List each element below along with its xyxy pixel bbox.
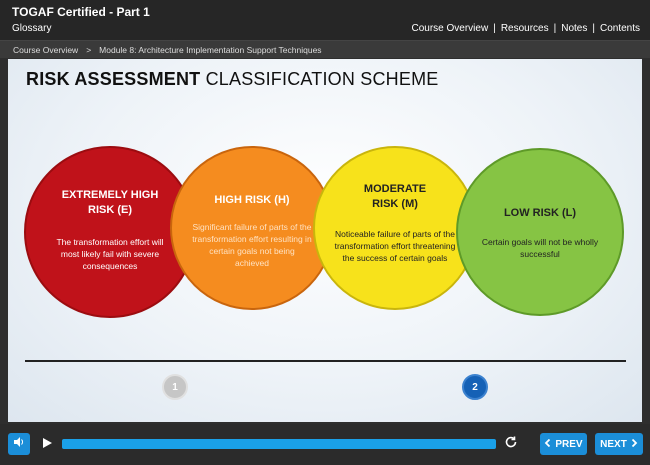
page-marker-1[interactable]: 1 xyxy=(162,374,188,400)
risk-title: LOW RISK (L) xyxy=(503,207,577,219)
nav-contents[interactable]: Contents xyxy=(600,23,640,34)
player-controls: PREV NEXT xyxy=(0,424,650,465)
risk-circle-low: LOW RISK (L) Certain goals will not be w… xyxy=(456,148,624,316)
chevron-left-icon xyxy=(544,438,551,450)
risk-description: The transformation effort will most like… xyxy=(56,237,164,271)
volume-button[interactable] xyxy=(8,433,30,455)
risk-title: HIGH RISK (H) xyxy=(214,194,290,206)
slide-title-rest: CLASSIFICATION SCHEME xyxy=(200,69,439,89)
prev-button[interactable]: PREV xyxy=(540,433,587,455)
breadcrumb-separator: > xyxy=(86,44,92,55)
replay-button[interactable] xyxy=(502,435,520,453)
page-marker-2[interactable]: 2 xyxy=(462,374,488,400)
top-nav: Course Overview | Resources | Notes | Co… xyxy=(412,23,641,34)
chevron-right-icon xyxy=(631,438,638,450)
prev-label: PREV xyxy=(555,438,583,450)
next-button[interactable]: NEXT xyxy=(595,433,643,455)
play-icon xyxy=(42,435,52,453)
slide-content: RISK ASSESSMENT CLASSIFICATION SCHEME EX… xyxy=(8,59,642,422)
nav-notes[interactable]: Notes xyxy=(561,23,587,34)
risk-description: Noticeable failure of parts of the trans… xyxy=(334,229,456,263)
risk-circle-high: HIGH RISK (H) Significant failure of par… xyxy=(170,146,334,310)
breadcrumb-course-overview[interactable]: Course Overview xyxy=(13,45,78,55)
risk-title: EXTREMELY HIGH RISK (E) xyxy=(61,189,159,216)
slide-title: RISK ASSESSMENT CLASSIFICATION SCHEME xyxy=(26,69,438,90)
nav-separator: | xyxy=(592,23,595,34)
nav-separator: | xyxy=(553,23,557,34)
nav-resources[interactable]: Resources xyxy=(501,23,549,34)
slide-title-bold: RISK ASSESSMENT xyxy=(26,69,201,89)
course-title: TOGAF Certified - Part 1 xyxy=(12,5,150,19)
divider-line xyxy=(25,360,626,362)
nav-course-overview[interactable]: Course Overview xyxy=(412,23,489,34)
speaker-icon xyxy=(13,435,25,453)
top-bar: TOGAF Certified - Part 1 Glossary Course… xyxy=(0,0,650,40)
play-button[interactable] xyxy=(40,437,54,451)
replay-icon xyxy=(504,435,518,454)
risk-description: Significant failure of parts of the tran… xyxy=(192,222,312,268)
breadcrumb: Course Overview > Module 8: Architecture… xyxy=(0,40,650,58)
glossary-link[interactable]: Glossary xyxy=(12,23,51,34)
progress-bar[interactable] xyxy=(62,439,496,449)
risk-description: Certain goals will not be wholly success… xyxy=(481,237,599,259)
next-label: NEXT xyxy=(600,438,627,450)
risk-title: MODERATE RISK (M) xyxy=(363,183,427,210)
risk-circle-moderate: MODERATE RISK (M) Noticeable failure of … xyxy=(313,146,477,310)
breadcrumb-module: Module 8: Architecture Implementation Su… xyxy=(99,44,322,55)
nav-separator: | xyxy=(493,23,496,34)
